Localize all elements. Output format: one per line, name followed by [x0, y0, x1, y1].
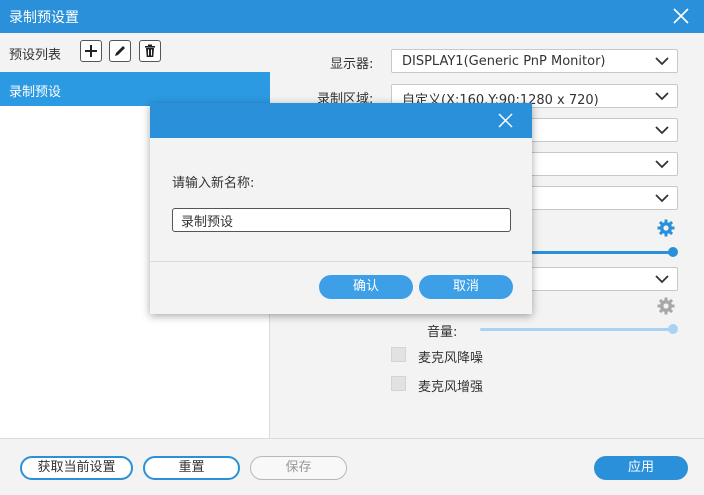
chevron-down-icon: [655, 57, 669, 66]
plus-icon: [85, 45, 97, 57]
dialog-prompt: 请输入新名称:: [172, 176, 255, 191]
title-bar: 录制预设置: [0, 0, 704, 33]
dialog-divider: [150, 261, 532, 262]
confirm-button[interactable]: 确认: [319, 275, 413, 299]
dialog-title-bar: [150, 103, 532, 138]
chevron-down-icon: [655, 92, 669, 101]
trash-icon: [145, 44, 155, 57]
new-name-input[interactable]: [172, 208, 511, 232]
display-label: 显示器:: [330, 57, 374, 72]
preset-list-label: 预设列表: [9, 48, 62, 63]
delete-preset-button[interactable]: [139, 40, 161, 62]
display-value: DISPLAY1(Generic PnP Monitor): [402, 54, 606, 69]
mic-boost-checkbox[interactable]: [391, 376, 406, 391]
add-preset-button[interactable]: [80, 40, 102, 62]
mic-boost-label: 麦克风增强: [418, 380, 484, 395]
gear-icon[interactable]: [657, 297, 675, 315]
window-title: 录制预设置: [9, 10, 79, 26]
preset-item-label: 录制预设: [9, 85, 62, 100]
pencil-icon: [115, 46, 125, 56]
reset-button[interactable]: 重置: [143, 456, 240, 480]
system-volume-knob[interactable]: [668, 247, 678, 257]
gear-icon[interactable]: [657, 219, 675, 237]
mic-volume-slider[interactable]: [480, 328, 673, 331]
mic-noise-label: 麦克风降噪: [418, 351, 484, 366]
cancel-button[interactable]: 取消: [419, 275, 513, 299]
preset-header: 预设列表: [0, 33, 270, 72]
mic-volume-knob[interactable]: [668, 324, 678, 334]
chevron-down-icon: [655, 160, 669, 169]
volume-label: 音量:: [427, 325, 458, 340]
mic-noise-checkbox[interactable]: [391, 347, 406, 362]
save-button[interactable]: 保存: [250, 456, 347, 480]
display-select[interactable]: DISPLAY1(Generic PnP Monitor): [391, 49, 678, 73]
rename-dialog: 请输入新名称: 确认 取消: [150, 103, 532, 314]
get-current-settings-button[interactable]: 获取当前设置: [20, 456, 133, 480]
chevron-down-icon: [655, 194, 669, 203]
preset-item[interactable]: 录制预设: [0, 72, 270, 106]
apply-button[interactable]: 应用: [594, 456, 688, 480]
close-icon[interactable]: [672, 7, 690, 25]
chevron-down-icon: [655, 275, 669, 284]
close-icon[interactable]: [497, 112, 514, 129]
chevron-down-icon: [655, 126, 669, 135]
edit-preset-button[interactable]: [109, 40, 131, 62]
